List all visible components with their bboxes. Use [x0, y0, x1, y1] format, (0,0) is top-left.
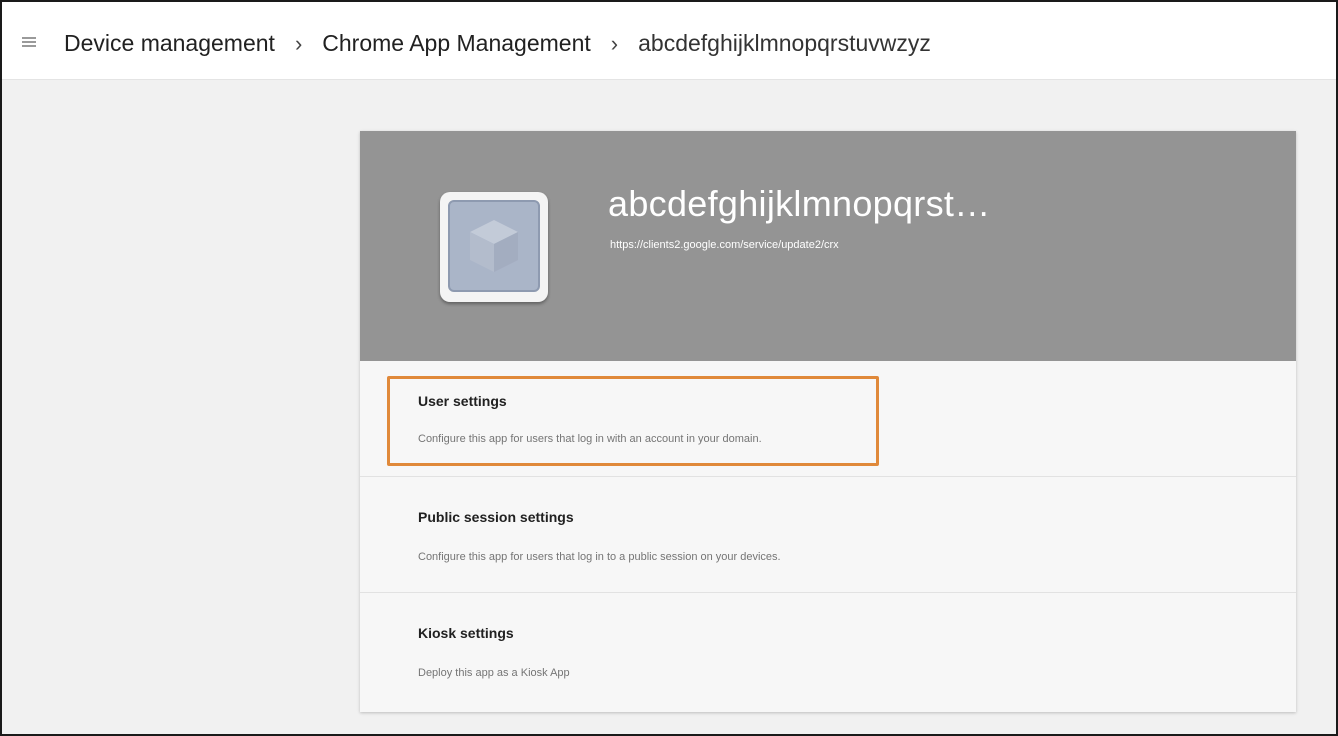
highlight-box	[387, 376, 879, 466]
app-update-url: https://clients2.google.com/service/upda…	[610, 239, 839, 251]
breadcrumb-chrome-app-management[interactable]: Chrome App Management	[322, 30, 591, 57]
app-window: Device management › Chrome App Managemen…	[0, 0, 1338, 736]
breadcrumb-current-app: abcdefghijklmnopqrstuvwzyz	[638, 29, 931, 56]
user-settings-description: Configure this app for users that log in…	[418, 433, 762, 445]
app-icon-frame	[440, 192, 548, 302]
user-settings-row[interactable]: User settings Configure this app for use…	[360, 361, 1296, 477]
cube-icon	[448, 200, 540, 292]
breadcrumb-device-management[interactable]: Device management	[64, 30, 275, 57]
chevron-right-icon: ›	[294, 31, 303, 56]
app-header: abcdefghijklmnopqrst… https://clients2.g…	[360, 131, 1296, 361]
kiosk-settings-row[interactable]: Kiosk settings Deploy this app as a Kios…	[360, 593, 1296, 709]
user-settings-title: User settings	[418, 393, 507, 409]
kiosk-settings-title: Kiosk settings	[418, 625, 514, 641]
public-session-settings-row[interactable]: Public session settings Configure this a…	[360, 477, 1296, 593]
app-title: abcdefghijklmnopqrst…	[608, 183, 991, 224]
menu-icon[interactable]	[22, 37, 36, 47]
public-session-settings-title: Public session settings	[418, 509, 574, 525]
app-details-card: abcdefghijklmnopqrst… https://clients2.g…	[360, 131, 1296, 712]
kiosk-settings-description: Deploy this app as a Kiosk App	[418, 667, 570, 679]
public-session-settings-description: Configure this app for users that log in…	[418, 551, 781, 563]
top-bar: Device management › Chrome App Managemen…	[2, 2, 1336, 80]
chevron-right-icon: ›	[610, 31, 619, 56]
breadcrumb: Device management › Chrome App Managemen…	[64, 28, 931, 58]
